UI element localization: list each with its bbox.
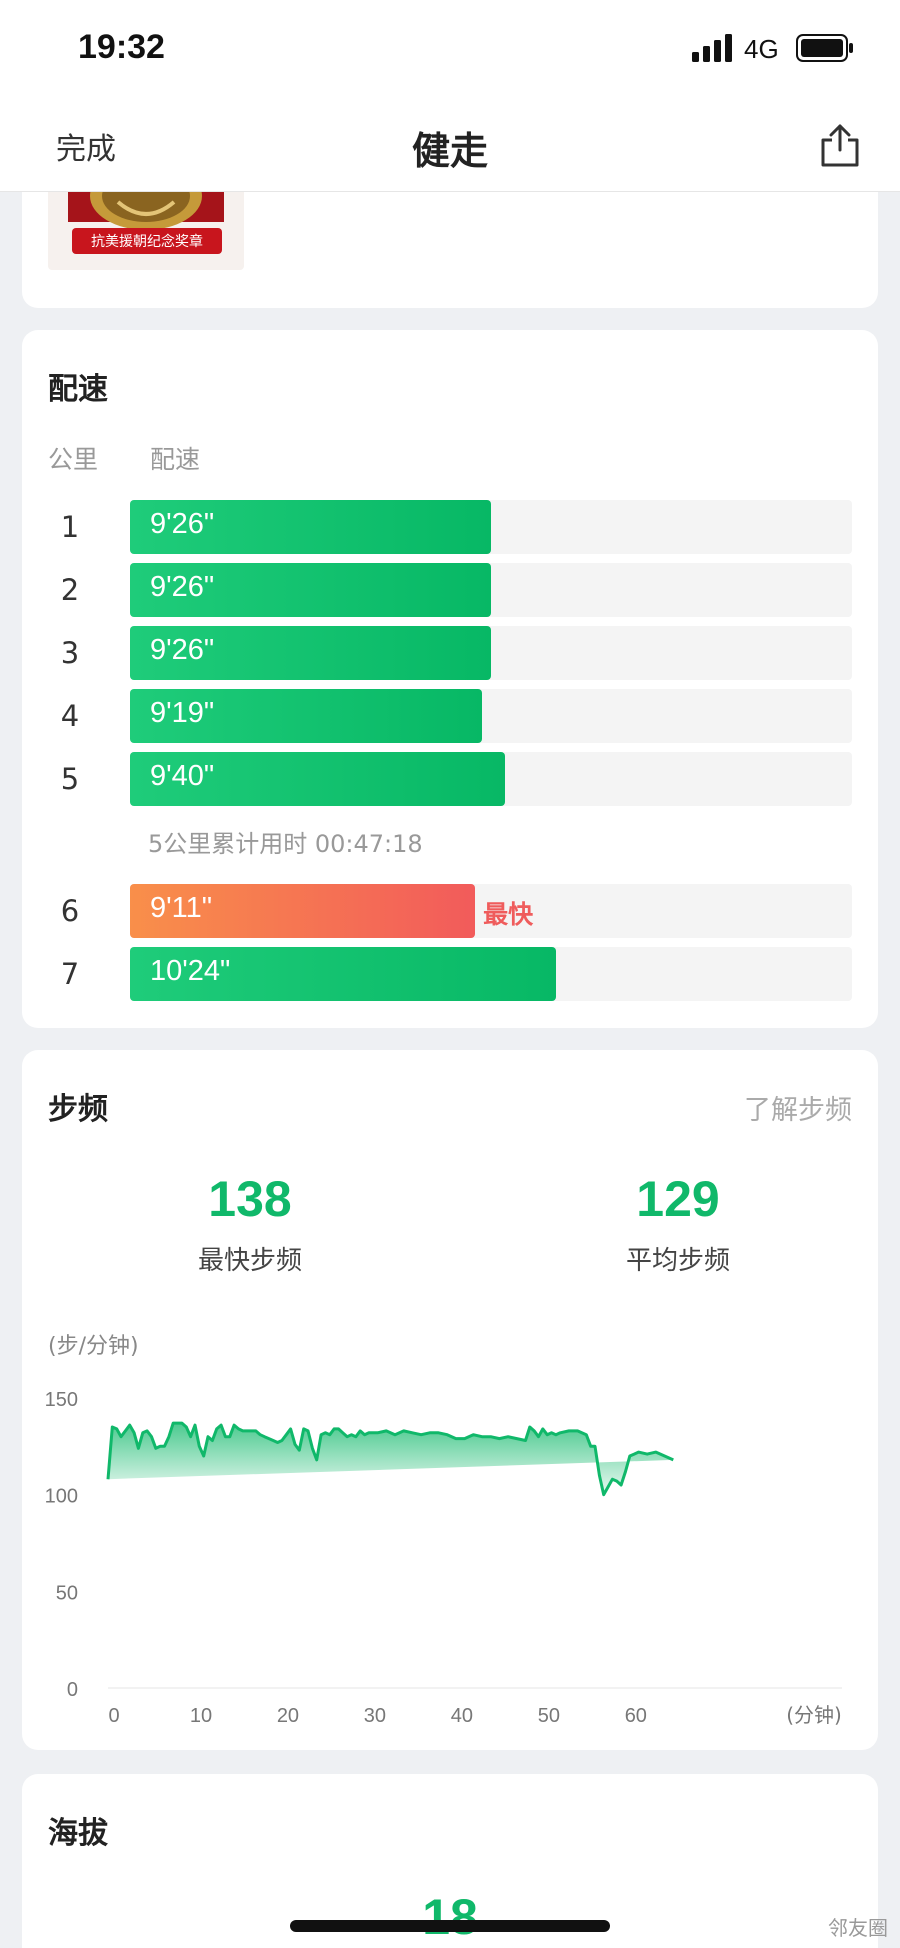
share-icon[interactable] — [818, 122, 862, 168]
x-tick-label: 50 — [538, 1705, 560, 1727]
home-indicator[interactable] — [290, 1920, 610, 1932]
pace-row-km: 2 — [60, 573, 80, 607]
x-tick-label: 30 — [364, 1705, 386, 1727]
pace-row-km: 6 — [60, 894, 80, 928]
medal-inscription: 抗美援朝纪念奖章 — [91, 234, 203, 250]
x-tick-label: 60 — [625, 1705, 647, 1727]
medal-card: 抗美援朝纪念奖章 — [22, 192, 878, 308]
pace-row: 3 9'26" — [22, 626, 878, 680]
column-km: 公里 — [48, 445, 99, 474]
nav-bar: 完成 健走 — [0, 100, 900, 192]
pace-row-km: 5 — [60, 762, 80, 796]
pace-value: 9'26" — [150, 508, 215, 540]
cadence-card: 步频 了解步频 138 最快步频 129 平均步频 (步/分钟) 0 50 100 1… — [22, 1050, 878, 1750]
page-title: 健走 — [411, 129, 488, 173]
pace-value: 9'26" — [150, 634, 215, 666]
pace-card: 配速 公里 配速 1 9'26" 2 9'26" 3 9'26" 4 9'19" 5 9'40" 6… — [22, 330, 878, 1028]
pace-row: 6 9'11" 最快 — [22, 884, 878, 938]
avg-cadence-value: 129 — [636, 1171, 720, 1227]
status-time: 19:32 — [78, 28, 165, 66]
pace-bar-track: 9'11" 最快 — [130, 884, 852, 938]
pace-row: 4 9'19" — [22, 689, 878, 743]
pace-value: 9'26" — [150, 571, 215, 603]
max-cadence-value: 138 — [208, 1171, 292, 1227]
watermark: 邻友圈 — [828, 1916, 888, 1940]
pace-bar-track: 9'40" — [130, 752, 852, 806]
medal-image: 抗美援朝纪念奖章 — [48, 192, 244, 270]
pace-value: 10'24" — [150, 955, 231, 987]
battery-icon — [796, 34, 853, 62]
pace-row-km: 4 — [60, 699, 80, 733]
pace-bar-track: 10'24" — [130, 947, 852, 1001]
avg-cadence-label: 平均步频 — [625, 1246, 730, 1276]
y-tick-label: 50 — [56, 1582, 78, 1604]
y-tick-label: 100 — [45, 1486, 78, 1508]
pace-bar: 9'19" — [130, 689, 483, 743]
pace-bar-track: 9'26" — [130, 500, 852, 554]
status-bar: 19:32 4G — [0, 0, 900, 100]
altitude-value: 18 — [422, 1889, 478, 1945]
y-tick-label: 150 — [45, 1389, 78, 1411]
pace-row: 1 9'26" — [22, 500, 878, 554]
cadence-chart: 0 50 100 150 0 10 20 30 40 50 60 (分钟) — [45, 1389, 842, 1727]
x-tick-label: 40 — [451, 1705, 473, 1727]
pace-row: 2 9'26" — [22, 563, 878, 617]
y-tick-label: 0 — [67, 1679, 78, 1701]
pace-bar-fastest: 9'11" — [130, 884, 476, 938]
pace-row-km: 1 — [60, 510, 80, 544]
pace-bar: 9'26" — [130, 563, 491, 617]
x-tick-label: 20 — [277, 1705, 299, 1727]
pace-bar-track: 9'19" — [130, 689, 852, 743]
x-tick-label: 0 — [108, 1705, 119, 1727]
pace-row-km: 7 — [60, 957, 80, 991]
pace-title: 配速 — [48, 372, 108, 407]
pace-bar: 9'40" — [130, 752, 506, 806]
pace-bar: 10'24" — [130, 947, 556, 1001]
x-axis-unit: (分钟) — [786, 1703, 842, 1727]
x-tick-label: 10 — [190, 1705, 212, 1727]
network-type: 4G — [744, 34, 779, 64]
pace-bar-track: 9'26" — [130, 563, 852, 617]
pace-bar: 9'26" — [130, 500, 491, 554]
pace-value: 9'40" — [150, 760, 215, 792]
cumulative-time-note: 5公里累计用时 00:47:18 — [148, 830, 423, 858]
pace-value: 9'11" — [150, 892, 213, 924]
learn-cadence-link[interactable]: 了解步频 — [744, 1088, 852, 1127]
pace-row-km: 3 — [60, 636, 80, 670]
pace-row: 7 10'24" — [22, 947, 878, 1001]
cadence-title: 步频 — [48, 1092, 108, 1127]
cellular-signal-icon — [692, 34, 732, 62]
pace-row: 5 9'40" — [22, 752, 878, 806]
max-cadence-label: 最快步频 — [197, 1246, 302, 1276]
pace-bar: 9'26" — [130, 626, 491, 680]
column-pace: 配速 — [150, 445, 201, 474]
pace-value: 9'19" — [150, 697, 215, 729]
fastest-tag: 最快 — [483, 900, 534, 929]
altitude-title: 海拔 — [48, 1816, 108, 1851]
pace-bar-track: 9'26" — [130, 626, 852, 680]
